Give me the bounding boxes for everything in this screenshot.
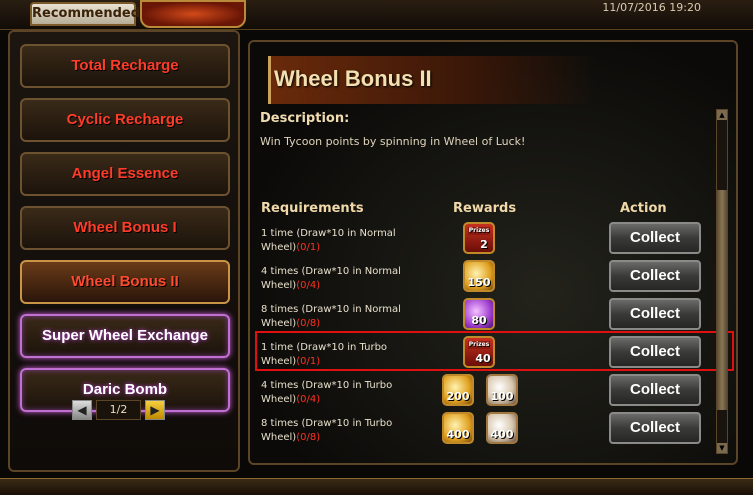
prev-page-arrow-icon[interactable]: ◀ <box>72 400 92 420</box>
datetime-display: 11/07/2016 19:20 <box>602 1 701 14</box>
scroll-down-arrow-icon[interactable]: ▼ <box>717 443 727 453</box>
highlight-box <box>255 331 734 371</box>
requirement-row-1: 1 time (Draw*10 in Normal Wheel)(0/1) <box>261 227 436 255</box>
sidebar-item-total-recharge[interactable]: Total Recharge <box>20 44 230 88</box>
pearl-icon[interactable]: 400 <box>486 412 518 444</box>
collect-button[interactable]: Collect <box>609 412 701 444</box>
gold-coin-icon[interactable]: 400 <box>442 412 474 444</box>
requirement-text: 8 times (Draw*10 in Turbo <box>261 418 393 429</box>
action-header: Action <box>620 201 667 216</box>
collect-button[interactable]: Collect <box>609 298 701 330</box>
requirement-text: 1 time (Draw*10 in Normal <box>261 228 396 239</box>
requirement-row-5: 4 times (Draw*10 in Turbo Wheel)(0/4) <box>261 379 436 407</box>
sidebar-item-wheel-bonus-1[interactable]: Wheel Bonus I <box>20 206 230 250</box>
next-page-arrow-icon[interactable]: ▶ <box>145 400 165 420</box>
prize-box-icon[interactable]: Prizes 2 <box>463 222 495 254</box>
progress-count: (0/4) <box>296 280 321 291</box>
requirements-header: Requirements <box>261 201 364 216</box>
reward-count: 2 <box>480 238 488 251</box>
requirement-text: 8 times (Draw*10 in Normal <box>261 304 401 315</box>
tab-ornament <box>140 0 246 28</box>
scroll-thumb[interactable] <box>717 190 727 410</box>
progress-count: (0/8) <box>296 432 321 443</box>
requirement-text: Wheel) <box>261 280 297 291</box>
requirement-text: Wheel) <box>261 242 297 253</box>
rewards-header: Rewards <box>453 201 517 216</box>
tab-recommended[interactable]: Recommended <box>30 2 140 26</box>
progress-count: (0/1) <box>296 242 321 253</box>
bottom-frame <box>0 478 753 495</box>
reward-count: 100 <box>490 390 514 403</box>
reward-count: 400 <box>490 428 514 441</box>
pearl-icon[interactable]: 100 <box>486 374 518 406</box>
gold-coin-icon[interactable]: 150 <box>463 260 495 292</box>
requirement-text: Wheel) <box>261 318 297 329</box>
reward-count: 400 <box>446 428 470 441</box>
pagination: ◀ 1/2 ▶ <box>72 400 172 422</box>
scroll-up-arrow-icon[interactable]: ▲ <box>717 110 727 120</box>
requirement-text: 4 times (Draw*10 in Turbo <box>261 380 393 391</box>
sidebar-item-wheel-bonus-2[interactable]: Wheel Bonus II <box>20 260 230 304</box>
gold-coin-icon[interactable]: 200 <box>442 374 474 406</box>
requirement-row-2: 4 times (Draw*10 in Normal Wheel)(0/4) <box>261 265 436 293</box>
requirement-text: Wheel) <box>261 394 297 405</box>
prize-tag: Prizes <box>468 227 490 235</box>
requirement-row-6: 8 times (Draw*10 in Turbo Wheel)(0/8) <box>261 417 436 445</box>
collect-button[interactable]: Collect <box>609 374 701 406</box>
sidebar-item-cyclic-recharge[interactable]: Cyclic Recharge <box>20 98 230 142</box>
sidebar-item-angel-essence[interactable]: Angel Essence <box>20 152 230 196</box>
requirement-text: 4 times (Draw*10 in Normal <box>261 266 401 277</box>
collect-button[interactable]: Collect <box>609 222 701 254</box>
reward-count: 80 <box>471 314 487 327</box>
reward-count: 150 <box>467 276 491 289</box>
collect-button[interactable]: Collect <box>609 260 701 292</box>
sidebar-item-super-wheel-exchange[interactable]: Super Wheel Exchange <box>20 314 230 358</box>
progress-count: (0/4) <box>296 394 321 405</box>
description-text: Win Tycoon points by spinning in Wheel o… <box>260 135 526 148</box>
description-label: Description: <box>260 111 350 126</box>
scrollbar[interactable]: ▲ ▼ <box>716 109 728 454</box>
top-bar: Recommended 11/07/2016 19:20 <box>0 0 753 30</box>
page-indicator: 1/2 <box>96 400 141 420</box>
page-title: Wheel Bonus II <box>274 66 432 91</box>
reward-count: 200 <box>446 390 470 403</box>
progress-count: (0/8) <box>296 318 321 329</box>
requirement-text: Wheel) <box>261 432 297 443</box>
purple-gem-icon[interactable]: 80 <box>463 298 495 330</box>
requirement-row-3: 8 times (Draw*10 in Normal Wheel)(0/8) <box>261 303 436 331</box>
